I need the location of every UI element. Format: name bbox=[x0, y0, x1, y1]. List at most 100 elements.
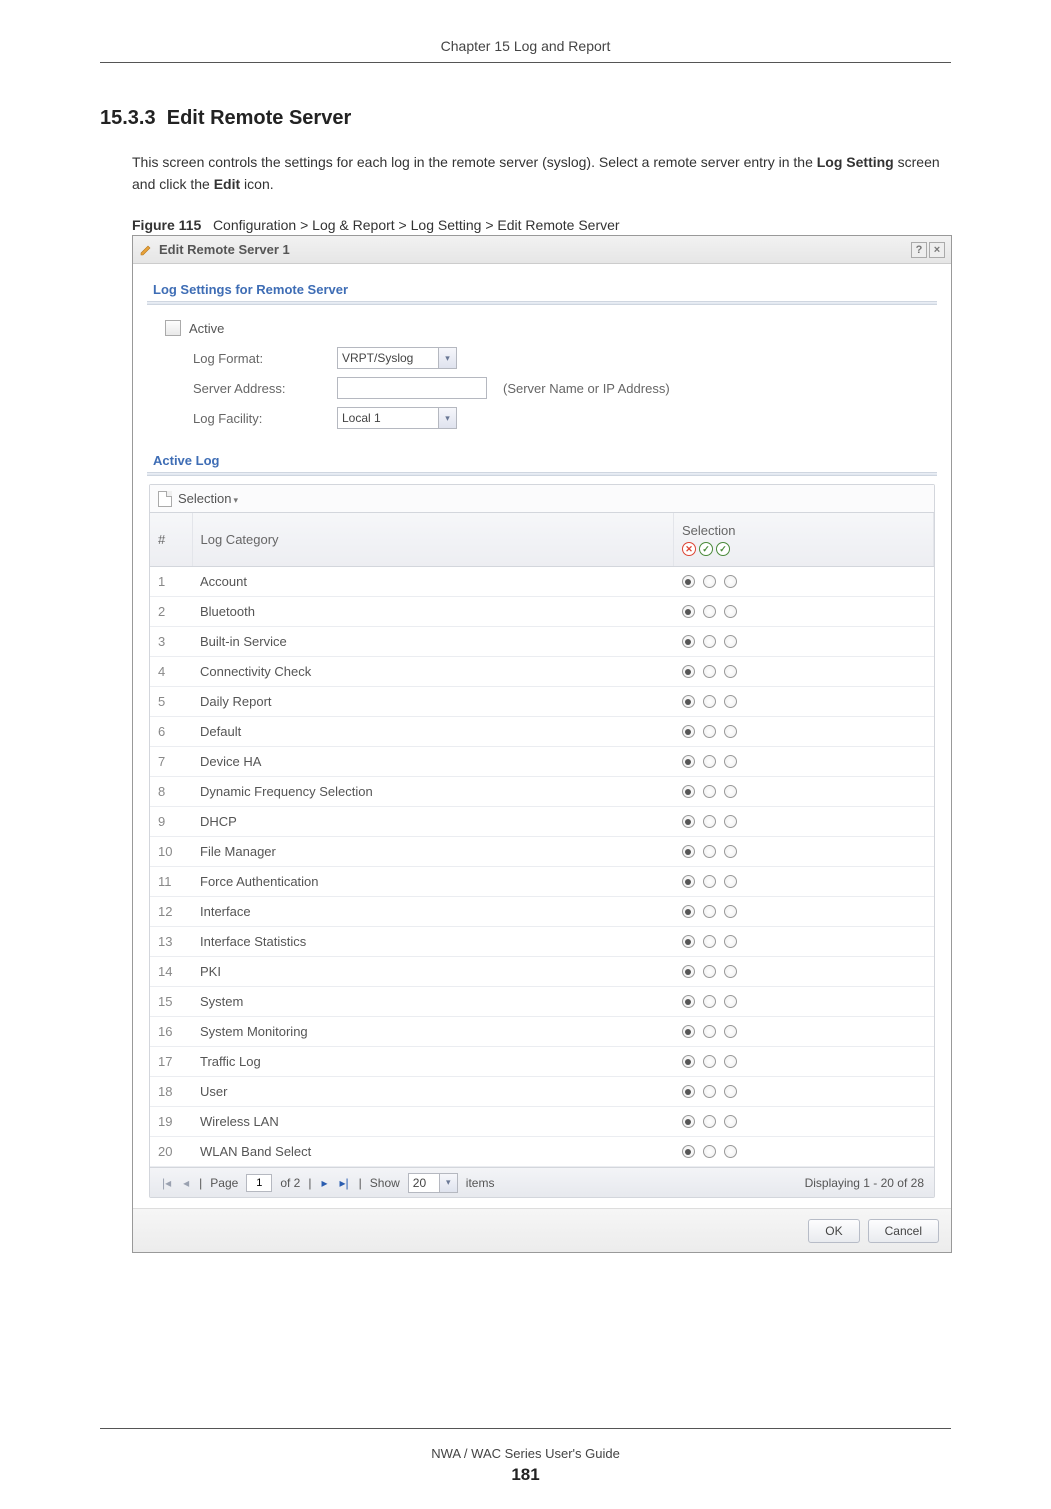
radio-all[interactable] bbox=[724, 755, 737, 768]
page-size-select[interactable]: 20 ▾ bbox=[408, 1173, 458, 1193]
table-row[interactable]: 11Force Authentication bbox=[150, 867, 934, 897]
radio-disable[interactable] bbox=[682, 755, 695, 768]
radio-disable[interactable] bbox=[682, 575, 695, 588]
radio-all[interactable] bbox=[724, 875, 737, 888]
radio-disable[interactable] bbox=[682, 845, 695, 858]
table-row[interactable]: 4Connectivity Check bbox=[150, 657, 934, 687]
close-button[interactable]: × bbox=[929, 242, 945, 258]
page-next-button[interactable]: ▸ bbox=[319, 1176, 329, 1190]
radio-normal[interactable] bbox=[703, 635, 716, 648]
table-row[interactable]: 5Daily Report bbox=[150, 687, 934, 717]
radio-normal[interactable] bbox=[703, 785, 716, 798]
radio-all[interactable] bbox=[724, 1055, 737, 1068]
radio-all[interactable] bbox=[724, 785, 737, 798]
radio-disable[interactable] bbox=[682, 725, 695, 738]
radio-all[interactable] bbox=[724, 965, 737, 978]
selection-menu[interactable]: Selection▾ bbox=[178, 491, 238, 506]
radio-normal[interactable] bbox=[703, 815, 716, 828]
table-row[interactable]: 10File Manager bbox=[150, 837, 934, 867]
col-header-number[interactable]: # bbox=[150, 513, 192, 567]
radio-all[interactable] bbox=[724, 935, 737, 948]
table-row[interactable]: 13Interface Statistics bbox=[150, 927, 934, 957]
radio-disable[interactable] bbox=[682, 605, 695, 618]
ok-button[interactable]: OK bbox=[808, 1219, 859, 1243]
radio-normal[interactable] bbox=[703, 905, 716, 918]
table-row[interactable]: 20WLAN Band Select bbox=[150, 1137, 934, 1167]
table-row[interactable]: 18User bbox=[150, 1077, 934, 1107]
enable-all-icon[interactable]: ✓ bbox=[716, 542, 730, 556]
radio-disable[interactable] bbox=[682, 1145, 695, 1158]
active-checkbox[interactable] bbox=[165, 320, 181, 336]
page-last-button[interactable]: ▸| bbox=[338, 1176, 351, 1190]
radio-disable[interactable] bbox=[682, 1025, 695, 1038]
table-row[interactable]: 2Bluetooth bbox=[150, 597, 934, 627]
table-row[interactable]: 9DHCP bbox=[150, 807, 934, 837]
table-row[interactable]: 19Wireless LAN bbox=[150, 1107, 934, 1137]
radio-normal[interactable] bbox=[703, 935, 716, 948]
cancel-button[interactable]: Cancel bbox=[868, 1219, 939, 1243]
page-first-button[interactable]: |◂ bbox=[160, 1176, 173, 1190]
radio-all[interactable] bbox=[724, 1115, 737, 1128]
log-format-select[interactable]: VRPT/Syslog ▾ bbox=[337, 347, 457, 369]
radio-all[interactable] bbox=[724, 665, 737, 678]
radio-normal[interactable] bbox=[703, 695, 716, 708]
radio-normal[interactable] bbox=[703, 875, 716, 888]
radio-disable[interactable] bbox=[682, 815, 695, 828]
radio-disable[interactable] bbox=[682, 905, 695, 918]
server-address-input[interactable] bbox=[337, 377, 487, 399]
col-header-selection[interactable]: Selection ✕ ✓ ✓ bbox=[674, 513, 934, 567]
radio-all[interactable] bbox=[724, 815, 737, 828]
radio-normal[interactable] bbox=[703, 1025, 716, 1038]
radio-normal[interactable] bbox=[703, 1085, 716, 1098]
radio-all[interactable] bbox=[724, 1025, 737, 1038]
radio-disable[interactable] bbox=[682, 1115, 695, 1128]
radio-all[interactable] bbox=[724, 605, 737, 618]
radio-normal[interactable] bbox=[703, 665, 716, 678]
col-header-category[interactable]: Log Category bbox=[192, 513, 674, 567]
radio-disable[interactable] bbox=[682, 1085, 695, 1098]
table-row[interactable]: 12Interface bbox=[150, 897, 934, 927]
page-prev-button[interactable]: ◂ bbox=[181, 1176, 191, 1190]
radio-all[interactable] bbox=[724, 995, 737, 1008]
table-row[interactable]: 7Device HA bbox=[150, 747, 934, 777]
table-row[interactable]: 3Built-in Service bbox=[150, 627, 934, 657]
radio-disable[interactable] bbox=[682, 695, 695, 708]
radio-normal[interactable] bbox=[703, 605, 716, 618]
page-input[interactable] bbox=[246, 1174, 272, 1192]
radio-disable[interactable] bbox=[682, 935, 695, 948]
table-row[interactable]: 6Default bbox=[150, 717, 934, 747]
radio-normal[interactable] bbox=[703, 965, 716, 978]
radio-disable[interactable] bbox=[682, 665, 695, 678]
radio-normal[interactable] bbox=[703, 725, 716, 738]
radio-normal[interactable] bbox=[703, 995, 716, 1008]
enable-normal-icon[interactable]: ✓ bbox=[699, 542, 713, 556]
radio-normal[interactable] bbox=[703, 1145, 716, 1158]
radio-all[interactable] bbox=[724, 725, 737, 738]
radio-disable[interactable] bbox=[682, 995, 695, 1008]
radio-disable[interactable] bbox=[682, 1055, 695, 1068]
radio-normal[interactable] bbox=[703, 575, 716, 588]
table-row[interactable]: 15System bbox=[150, 987, 934, 1017]
radio-disable[interactable] bbox=[682, 965, 695, 978]
radio-all[interactable] bbox=[724, 1085, 737, 1098]
table-row[interactable]: 8Dynamic Frequency Selection bbox=[150, 777, 934, 807]
radio-disable[interactable] bbox=[682, 875, 695, 888]
radio-disable[interactable] bbox=[682, 785, 695, 798]
radio-normal[interactable] bbox=[703, 845, 716, 858]
table-row[interactable]: 1Account bbox=[150, 567, 934, 597]
radio-all[interactable] bbox=[724, 905, 737, 918]
radio-all[interactable] bbox=[724, 575, 737, 588]
help-button[interactable]: ? bbox=[911, 242, 927, 258]
radio-normal[interactable] bbox=[703, 1115, 716, 1128]
table-row[interactable]: 16System Monitoring bbox=[150, 1017, 934, 1047]
radio-all[interactable] bbox=[724, 845, 737, 858]
table-row[interactable]: 17Traffic Log bbox=[150, 1047, 934, 1077]
radio-normal[interactable] bbox=[703, 1055, 716, 1068]
radio-normal[interactable] bbox=[703, 755, 716, 768]
radio-all[interactable] bbox=[724, 635, 737, 648]
disable-all-icon[interactable]: ✕ bbox=[682, 542, 696, 556]
radio-disable[interactable] bbox=[682, 635, 695, 648]
log-facility-select[interactable]: Local 1 ▾ bbox=[337, 407, 457, 429]
radio-all[interactable] bbox=[724, 695, 737, 708]
radio-all[interactable] bbox=[724, 1145, 737, 1158]
